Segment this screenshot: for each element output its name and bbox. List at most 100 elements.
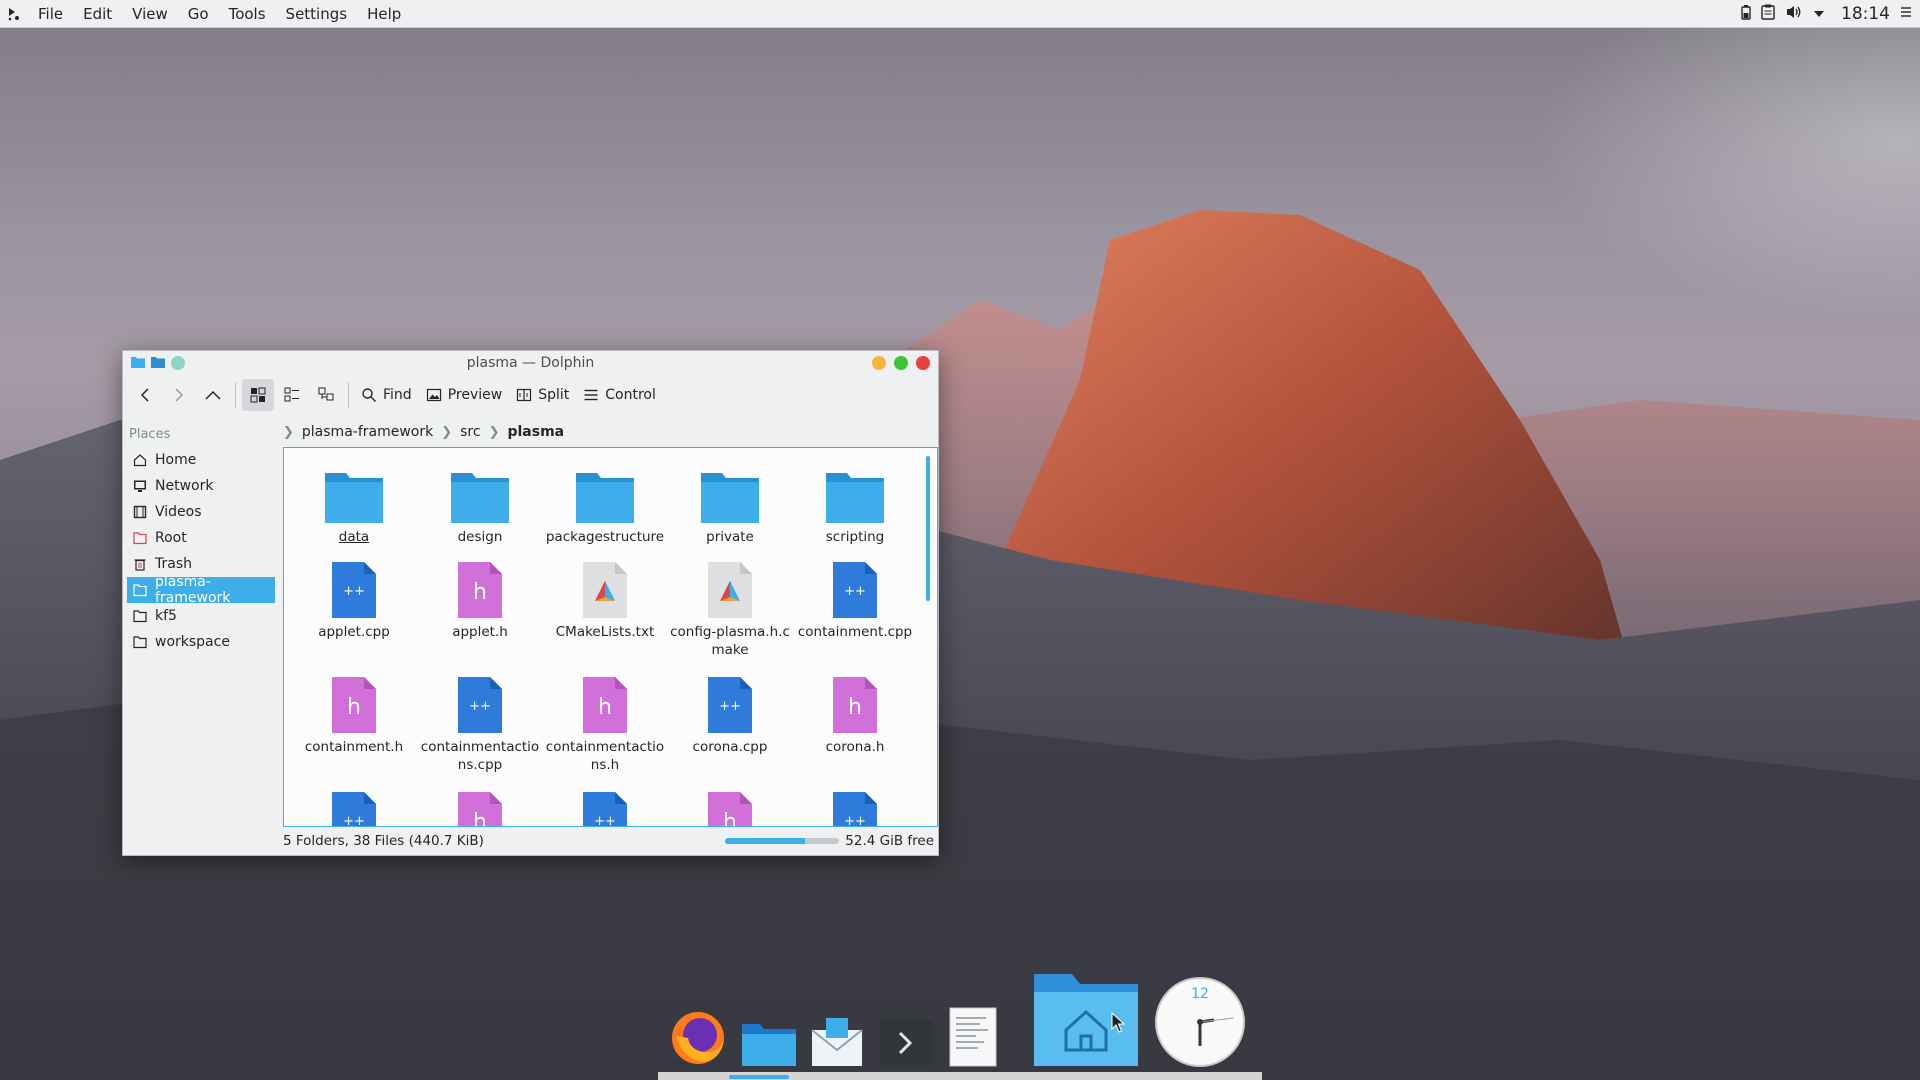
folder-item[interactable]: scripting (793, 458, 917, 546)
menu-file[interactable]: File (28, 0, 73, 28)
file-item[interactable]: config-plasma.h.cmake (668, 553, 792, 659)
folder-item[interactable]: private (668, 458, 792, 546)
details-view-icon (318, 387, 334, 401)
cpp-file-icon: ++ (292, 553, 416, 619)
tray-expand-icon[interactable] (1813, 5, 1825, 23)
file-name: private (706, 529, 754, 545)
free-space-label: 52.4 GiB free (845, 833, 934, 849)
file-item[interactable]: h applet.h (418, 553, 542, 641)
file-view[interactable]: data design packagestructure private scripti… (283, 447, 938, 827)
places-item-plasma-framework[interactable]: plasma-framework (127, 574, 275, 606)
menu-settings[interactable]: Settings (276, 0, 358, 28)
folder-icon (133, 583, 147, 597)
folder-icon (668, 458, 792, 524)
places-item-label: Home (155, 452, 197, 468)
menu-help[interactable]: Help (357, 0, 411, 28)
details-view-button[interactable] (310, 379, 342, 411)
menu-go[interactable]: Go (178, 0, 219, 28)
battery-icon[interactable] (1741, 4, 1751, 24)
clipboard-icon[interactable] (1761, 4, 1775, 24)
system-tray: 18:14 (1741, 4, 1920, 24)
places-item-home[interactable]: Home (123, 447, 279, 473)
folder-icon (133, 609, 147, 623)
panel-menu-icon[interactable] (1900, 5, 1912, 23)
file-item[interactable]: CMakeLists.txt (543, 553, 667, 641)
menu-view[interactable]: View (122, 0, 178, 28)
folder-item[interactable]: packagestructure (543, 458, 667, 546)
svg-text:h: h (848, 695, 862, 720)
file-item[interactable]: h (418, 783, 542, 826)
file-item[interactable]: ++ (793, 783, 917, 826)
places-header: Places (129, 427, 171, 442)
svg-text:++: ++ (844, 584, 866, 599)
window-app-icon[interactable] (151, 354, 165, 372)
places-item-workspace[interactable]: workspace (123, 629, 279, 655)
preview-button[interactable]: Preview (420, 379, 509, 411)
file-item[interactable]: h (668, 783, 792, 826)
svg-text:++: ++ (469, 699, 491, 714)
vertical-scrollbar[interactable] (926, 456, 930, 601)
file-item[interactable]: h containment.h (292, 668, 416, 756)
split-button[interactable]: Split (510, 379, 575, 411)
file-name: applet.h (452, 624, 508, 640)
cpp-file-icon: ++ (793, 783, 917, 826)
places-item-network[interactable]: Network (123, 473, 279, 499)
file-item[interactable]: ++ containment.cpp (793, 553, 917, 641)
clock-time[interactable]: 18:14 (1841, 4, 1890, 24)
file-item[interactable]: ++ corona.cpp (668, 668, 792, 756)
keep-on-all-desktops-button[interactable] (171, 356, 185, 370)
places-item-root[interactable]: Root (123, 525, 279, 551)
compact-view-icon (284, 387, 299, 402)
back-button[interactable] (129, 379, 161, 411)
breadcrumb-item-plasma-framework[interactable]: plasma-framework (302, 424, 433, 440)
places-item-videos[interactable]: Videos (123, 499, 279, 525)
window-titlebar[interactable]: plasma — Dolphin (123, 351, 938, 375)
file-item[interactable]: h containmentactions.h (543, 668, 667, 774)
toolbar-separator (348, 382, 349, 408)
breadcrumb-chevron-icon[interactable]: ❯ (489, 425, 500, 440)
maximize-button[interactable] (894, 356, 908, 370)
plasma-launcher-icon[interactable] (0, 0, 28, 28)
mail-icon[interactable] (810, 1016, 864, 1068)
breadcrumb-chevron-icon[interactable]: ❯ (441, 425, 452, 440)
status-bar: 5 Folders, 38 Files (440.7 KiB) 52.4 GiB… (123, 827, 938, 855)
places-item-kf5[interactable]: kf5 (123, 603, 279, 629)
file-manager-icon[interactable] (740, 1020, 798, 1068)
icons-view-icon (250, 387, 266, 403)
window-menu-icon[interactable] (131, 354, 145, 372)
volume-icon[interactable] (1785, 4, 1803, 24)
cpp-file-icon: ++ (543, 783, 667, 826)
file-item[interactable]: ++ (292, 783, 416, 826)
file-item[interactable]: ++ (543, 783, 667, 826)
forward-button[interactable] (163, 379, 195, 411)
find-button[interactable]: Find (355, 379, 418, 411)
places-item-label: kf5 (155, 608, 177, 624)
firefox-icon[interactable] (668, 1008, 728, 1068)
icons-view-button[interactable] (242, 379, 274, 411)
up-icon (205, 390, 221, 400)
file-item[interactable]: h corona.h (793, 668, 917, 756)
folder-item[interactable]: design (418, 458, 542, 546)
main-toolbar: Find Preview Split Control (123, 375, 938, 415)
folder-item[interactable]: data (292, 458, 416, 546)
folder-icon (133, 635, 147, 649)
close-button[interactable] (916, 356, 930, 370)
breadcrumb-item-plasma[interactable]: plasma (507, 424, 564, 440)
menu-tools[interactable]: Tools (219, 0, 276, 28)
control-button[interactable]: Control (577, 379, 662, 411)
places-item-label: Videos (155, 504, 202, 520)
file-item[interactable]: ++ containmentactions.cpp (418, 668, 542, 774)
text-editor-icon[interactable] (948, 1006, 998, 1068)
menu-edit[interactable]: Edit (73, 0, 122, 28)
terminal-icon[interactable] (878, 1018, 934, 1068)
clock-widget-icon[interactable]: 12 (1154, 976, 1246, 1068)
breadcrumb-item-src[interactable]: src (460, 424, 480, 440)
free-space-indicator[interactable]: 52.4 GiB free (725, 833, 938, 849)
back-icon (140, 388, 149, 402)
compact-view-button[interactable] (276, 379, 308, 411)
minimize-button[interactable] (872, 356, 886, 370)
cmake-file-icon (668, 553, 792, 619)
breadcrumb-root-chevron-icon[interactable]: ❯ (283, 425, 294, 440)
file-item[interactable]: ++ applet.cpp (292, 553, 416, 641)
up-button[interactable] (197, 379, 229, 411)
